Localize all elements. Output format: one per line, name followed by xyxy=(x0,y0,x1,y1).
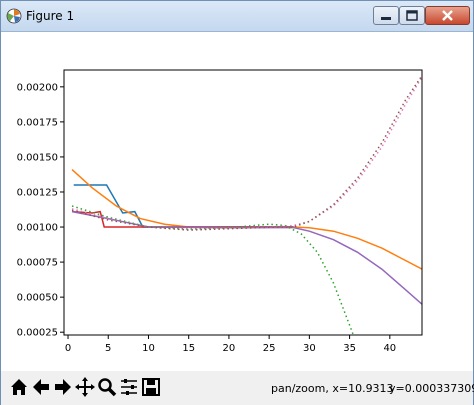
series-line-7 xyxy=(71,75,422,231)
status-mode-coord: pan/zoom, x=10.9313 xyxy=(271,382,394,395)
pan-icon[interactable] xyxy=(75,376,95,398)
figure-canvas[interactable]: 0 5 10 15 20 25 30 35 40 0.00025 0.00050 0.00075 0.0… xyxy=(1,32,473,371)
back-arrow-icon[interactable] xyxy=(31,376,51,398)
x-tick-label: 10 xyxy=(142,343,155,354)
line-chart: 0 5 10 15 20 25 30 35 40 0.00025 0.00050 0.00075 0.0… xyxy=(17,69,423,354)
figure-window: Figure 1 0 5 10 15 20 25 30 35 40 0.00025 0.00050 0… xyxy=(0,0,474,405)
x-tick-label: 25 xyxy=(263,343,276,354)
title-bar[interactable]: Figure 1 xyxy=(1,1,473,32)
subplots-config-icon[interactable] xyxy=(119,376,139,398)
status-y-coord: y=0.000337309 xyxy=(389,382,474,395)
maximize-button[interactable] xyxy=(399,6,425,25)
series-line-6 xyxy=(71,76,422,231)
axes-frame xyxy=(63,69,423,336)
x-tick-label: 15 xyxy=(182,343,195,354)
y-tick-label: 0.00175 xyxy=(17,117,58,128)
x-tick-label: 5 xyxy=(105,343,111,354)
x-tick-label: 20 xyxy=(223,343,236,354)
home-icon[interactable] xyxy=(9,376,29,398)
close-icon xyxy=(442,10,453,21)
series-line-3 xyxy=(71,210,294,228)
y-tick-label: 0.00075 xyxy=(17,258,58,269)
x-tick-label: 30 xyxy=(303,343,316,354)
y-tick-label: 0.00125 xyxy=(17,187,58,198)
minimize-icon xyxy=(381,17,391,20)
y-tick-label: 0.00025 xyxy=(17,328,58,339)
close-button[interactable] xyxy=(425,6,470,25)
x-tick-label: 40 xyxy=(383,343,396,354)
y-tick-label: 0.00150 xyxy=(17,152,58,163)
series-line-4 xyxy=(71,210,422,305)
save-icon[interactable] xyxy=(141,376,161,398)
navigation-toolbar: pan/zoom, x=10.9313 y=0.000337309 xyxy=(1,372,474,405)
y-tick-label: 0.00200 xyxy=(17,82,58,93)
minimize-button[interactable] xyxy=(373,6,399,25)
y-tick-label: 0.00050 xyxy=(17,293,58,304)
x-tick-label: 35 xyxy=(343,343,356,354)
y-tick-label: 0.00100 xyxy=(17,223,58,234)
forward-arrow-icon[interactable] xyxy=(53,376,73,398)
x-tick-label: 0 xyxy=(65,343,71,354)
zoom-icon[interactable] xyxy=(97,376,117,398)
series-line-1 xyxy=(73,184,294,228)
series-line-2 xyxy=(71,169,422,270)
maximize-icon xyxy=(406,10,418,21)
matplotlib-icon xyxy=(6,8,22,24)
window-title: Figure 1 xyxy=(26,9,75,23)
